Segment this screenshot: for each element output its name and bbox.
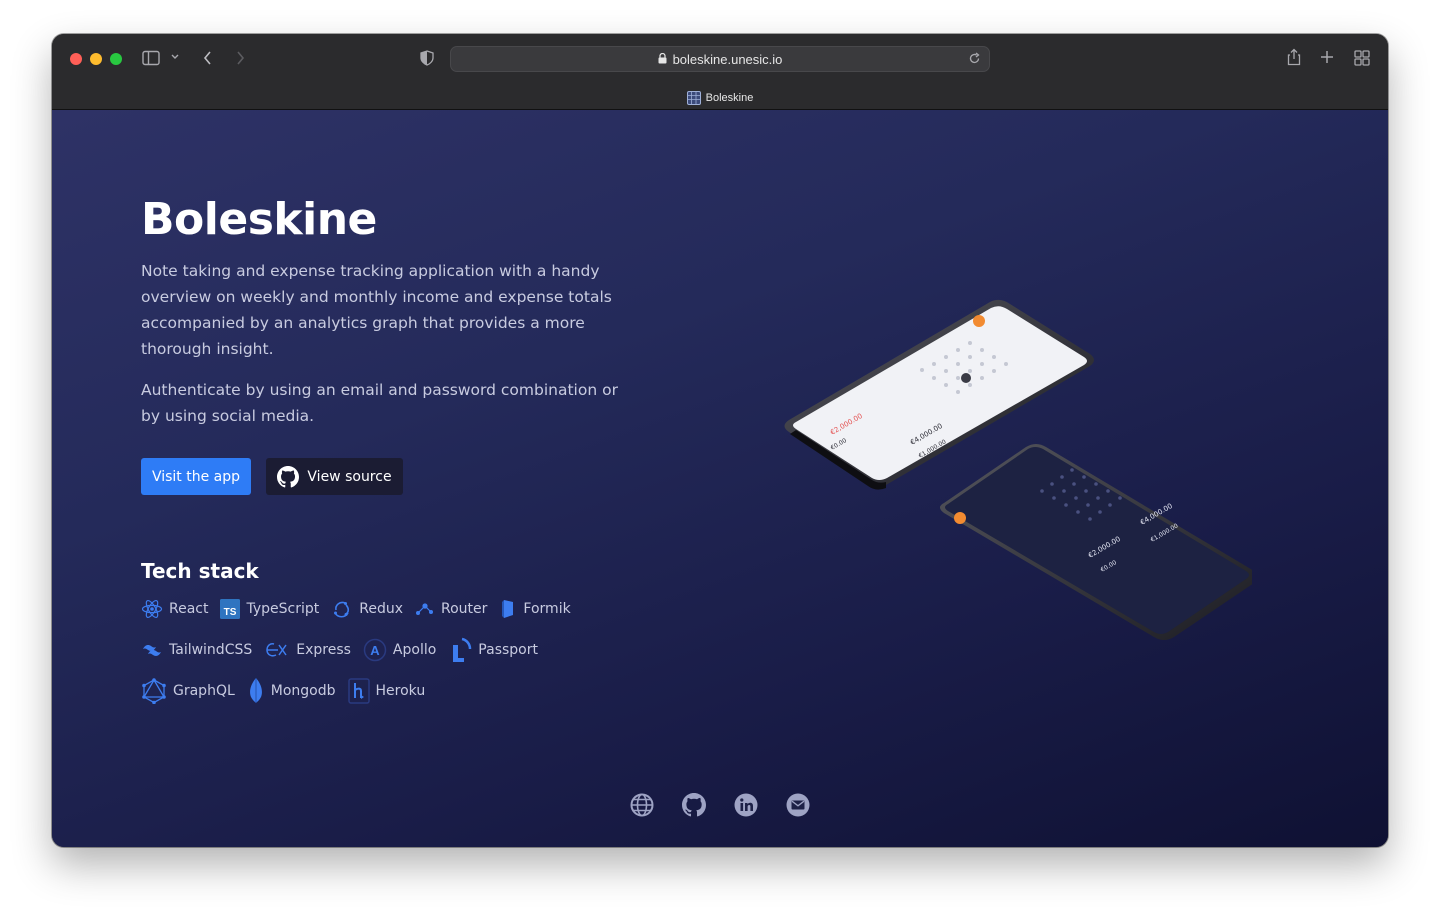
react-icon (141, 599, 163, 619)
back-icon[interactable] (202, 50, 214, 66)
calendar-favicon-icon (686, 91, 701, 105)
browser-window: boleskine.unesic.io Boleskine Boleskine … (52, 34, 1388, 847)
tech-item-react: React (141, 599, 208, 619)
page-title: Boleskine (141, 194, 377, 245)
tech-label: Redux (359, 601, 404, 617)
tech-label: React (169, 601, 209, 617)
tech-item-apollo: A Apollo (363, 638, 436, 662)
tab-boleskine[interactable]: Boleskine (52, 86, 1388, 110)
tech-stack-heading: Tech stack (141, 559, 259, 583)
description-paragraph: Note taking and expense tracking applica… (141, 262, 612, 358)
app-preview-illustration: €2,000.00 €4,000.00 €1,000.00 €0.00 €4,0… (784, 299, 1252, 640)
tech-item-graphql: GraphQL (141, 678, 235, 704)
view-source-label: View source (307, 468, 392, 485)
tech-label: Express (296, 642, 351, 658)
tech-stack-row: TailwindCSS Express A Apollo Passport (141, 637, 538, 663)
github-icon[interactable] (682, 793, 706, 817)
apollo-icon: A (363, 638, 387, 662)
tech-label: Mongodb (270, 683, 336, 699)
tech-item-express: Express (264, 640, 351, 660)
tab-overview-icon[interactable] (1354, 50, 1370, 66)
globe-icon[interactable] (630, 793, 654, 817)
tab-title: Boleskine (705, 92, 754, 104)
tech-item-passport: Passport (448, 637, 538, 663)
tech-label: Passport (478, 642, 538, 658)
sidebar-toggle-icon[interactable] (142, 50, 160, 66)
svg-text:A: A (370, 643, 380, 658)
window-controls (70, 53, 122, 65)
close-window-button[interactable] (70, 53, 82, 65)
tech-label: TypeScript (246, 601, 320, 617)
linkedin-icon[interactable] (734, 793, 758, 817)
page-content: Boleskine Note taking and expense tracki… (52, 110, 1388, 847)
minimize-window-button[interactable] (90, 53, 102, 65)
zoom-window-button[interactable] (110, 53, 122, 65)
tech-item-heroku: Heroku (347, 678, 426, 704)
tech-item-tailwindcss: TailwindCSS (141, 642, 252, 658)
email-icon[interactable] (786, 793, 810, 817)
typescript-icon: TS (220, 599, 241, 619)
reload-icon[interactable] (968, 52, 981, 68)
tech-label: Router (441, 601, 488, 617)
chevron-down-icon[interactable] (170, 53, 180, 61)
redux-icon (334, 601, 350, 618)
graphql-icon (142, 678, 166, 704)
forward-icon[interactable] (234, 50, 246, 66)
router-icon (416, 603, 434, 615)
tech-item-formik: Formik (499, 599, 571, 619)
visit-app-button[interactable]: Visit the app (141, 458, 251, 495)
footer-social-links (630, 793, 810, 817)
formik-icon (502, 600, 514, 618)
mongodb-icon (249, 678, 262, 703)
tech-label: TailwindCSS (169, 642, 253, 658)
address-bar[interactable]: boleskine.unesic.io (450, 46, 990, 72)
tech-label: Formik (523, 601, 571, 617)
svg-text:TS: TS (224, 607, 237, 618)
tech-stack-row: React TS TypeScript Redux Router Formik (141, 599, 571, 619)
tech-item-router: Router (415, 600, 487, 618)
view-source-button[interactable]: View source (266, 458, 403, 495)
dark-theme-phone: €4,000.00 €2,000.00 €1,000.00 €0.00 (940, 444, 1252, 640)
tech-label: Apollo (392, 642, 437, 658)
tech-item-redux: Redux (331, 599, 403, 619)
privacy-shield-icon[interactable] (420, 50, 434, 66)
url-text: boleskine.unesic.io (672, 51, 783, 67)
express-icon (266, 643, 287, 657)
share-icon[interactable] (1286, 48, 1302, 66)
visit-app-label: Visit the app (151, 468, 241, 485)
tech-item-typescript: TS TypeScript (220, 599, 319, 619)
tech-item-mongodb: Mongodb (247, 677, 336, 705)
tech-stack-row: GraphQL Mongodb Heroku (141, 677, 425, 705)
heroku-icon (347, 678, 370, 704)
tailwindcss-icon (143, 645, 161, 656)
passport-icon (453, 637, 472, 662)
lock-icon (658, 52, 667, 67)
auth-description-paragraph: Authenticate by using an email and passw… (141, 381, 618, 425)
browser-toolbar: boleskine.unesic.io Boleskine (52, 34, 1388, 110)
tech-label: GraphQL (173, 683, 235, 699)
new-tab-icon[interactable] (1320, 50, 1334, 64)
github-icon (277, 465, 300, 487)
tech-label: Heroku (375, 683, 426, 699)
